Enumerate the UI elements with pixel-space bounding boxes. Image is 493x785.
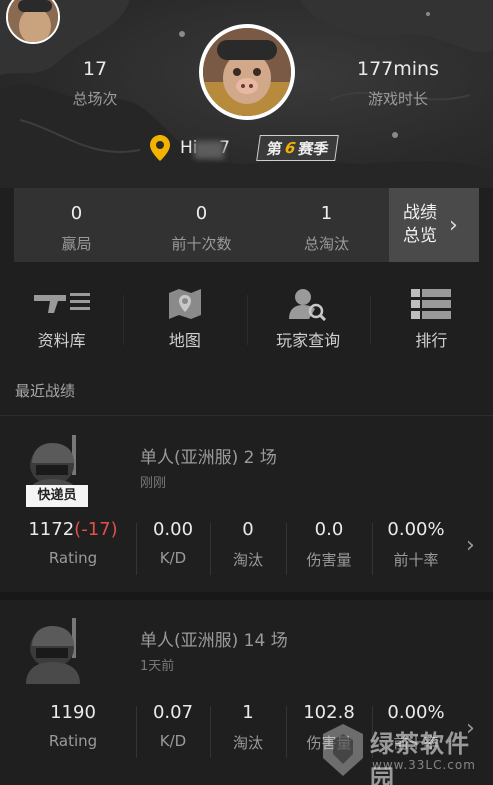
top10-rate-label: 前十率 (393, 551, 439, 569)
play-time-label: 游戏时长 (367, 90, 428, 108)
match-card[interactable]: 快递员 单人(亚洲服) 2 场 刚刚 1172(-17) Rating 0.00… (0, 415, 493, 585)
kd-value: 0.07 (152, 702, 194, 723)
match-mode-title: 单人(亚洲服) 2 场 (140, 448, 277, 468)
kd-value: 0.00 (152, 519, 194, 540)
location-pin-icon (150, 135, 170, 161)
kd-stat: 0.00 K/D (136, 519, 210, 575)
damage-stat: 102.8 伤害量 (286, 702, 372, 758)
kills-label: 总淘汰 (303, 235, 349, 253)
match-time: 刚刚 (140, 476, 167, 491)
kills-value: 1 (242, 702, 254, 723)
damage-label: 伤害量 (306, 734, 352, 752)
tool-player-search-label: 玩家查询 (276, 331, 341, 350)
overview-label-line1: 战绩 (403, 203, 437, 223)
kills-value: 0 (242, 519, 254, 540)
kills-label: 淘汰 (232, 551, 263, 569)
total-matches-value: 17 (82, 58, 108, 80)
chevron-right-icon: › (466, 533, 475, 558)
rating-change: (-17) (74, 519, 118, 540)
top10-value: 0 (195, 203, 208, 224)
profile-avatar[interactable] (199, 24, 295, 120)
wins-value: 0 (70, 203, 83, 224)
overview-label-line2: 总览 (403, 226, 437, 246)
rating-value: 1190 (50, 702, 96, 723)
play-time-value: 177mins (357, 58, 439, 80)
damage-value: 102.8 (303, 702, 355, 723)
total-matches-label: 总场次 (72, 90, 118, 108)
season-badge: 第 6 赛季 (256, 135, 340, 161)
tool-map-label: 地图 (168, 331, 201, 350)
player-title-badge: 快递员 (26, 485, 88, 507)
rating-stat: 1190 Rating (10, 702, 136, 753)
tool-ranking[interactable]: 排行 (369, 287, 493, 357)
tool-database-label: 资料库 (37, 331, 86, 350)
rating-number: 1172 (28, 519, 75, 540)
rating-label: Rating (48, 549, 98, 567)
top10-label: 前十次数 (171, 235, 232, 253)
kd-label: K/D (159, 732, 187, 750)
match-stats: 1190 Rating 0.07 K/D 1 淘汰 102.8 伤害量 0.00… (10, 702, 460, 758)
stats-overview-button[interactable]: 战绩 总览 › (389, 188, 479, 262)
match-card[interactable]: 单人(亚洲服) 14 场 1天前 1190 Rating 0.07 K/D 1 … (0, 598, 493, 768)
rating-label: Rating (48, 732, 98, 750)
wins-stat: 0 赢局 (14, 188, 139, 262)
tool-player-search[interactable]: 玩家查询 (246, 287, 370, 357)
tool-database[interactable]: 资料库 (0, 287, 123, 357)
kd-label: K/D (159, 549, 187, 567)
player-name: Hi··· 7 (180, 138, 250, 159)
chevron-right-icon: › (466, 716, 475, 741)
damage-value: 0.0 (314, 519, 344, 540)
ranking-icon (411, 289, 452, 319)
season-prefix: 第 (265, 139, 284, 158)
season-suffix: 赛季 (297, 139, 330, 158)
player-name-row: Hi··· 7 第 6 赛季 (150, 131, 340, 165)
top10-rate-value: 0.00% (387, 702, 445, 723)
damage-label: 伤害量 (306, 551, 352, 569)
wins-label: 赢局 (61, 235, 92, 253)
kills-label: 淘汰 (232, 734, 263, 752)
helmet-avatar-icon (26, 618, 80, 684)
tools-row: 资料库 地图 玩家查询 排行 (0, 287, 493, 357)
player-search-icon (289, 289, 327, 321)
name-redaction (194, 141, 224, 159)
kills-value: 1 (320, 203, 333, 224)
match-time: 1天前 (140, 659, 175, 674)
match-mode-title: 单人(亚洲服) 14 场 (140, 631, 288, 651)
season-number: 6 (283, 139, 297, 157)
top10-stat: 0 前十次数 (139, 188, 264, 262)
play-time-stat: 177mins 游戏时长 (328, 58, 468, 109)
chevron-right-icon: › (449, 212, 458, 238)
rating-value: 1172(-17) (10, 519, 136, 540)
rating-stat: 1172(-17) Rating (10, 519, 136, 570)
tool-map[interactable]: 地图 (123, 287, 246, 357)
kills-stat: 1 淘汰 (210, 702, 286, 758)
profile-header: 17 总场次 177mins 游戏时长 Hi··· 7 第 (0, 0, 493, 188)
gun-database-icon (33, 293, 90, 313)
kills-stat: 1 总淘汰 (264, 188, 389, 262)
top10-rate-stat: 0.00% 前十率 (372, 702, 460, 758)
top10-rate-label: 前十率 (393, 734, 439, 752)
summary-bar: 0 赢局 0 前十次数 1 总淘汰 战绩 总览 › (14, 188, 479, 262)
damage-stat: 0.0 伤害量 (286, 519, 372, 575)
kills-stat: 0 淘汰 (210, 519, 286, 575)
match-stats: 1172(-17) Rating 0.00 K/D 0 淘汰 0.0 伤害量 0… (10, 519, 460, 575)
kd-stat: 0.07 K/D (136, 702, 210, 758)
recent-matches-title: 最近战绩 (15, 382, 76, 400)
map-icon (168, 289, 201, 319)
tool-ranking-label: 排行 (415, 331, 448, 350)
top10-rate-stat: 0.00% 前十率 (372, 519, 460, 575)
total-matches-stat: 17 总场次 (25, 58, 165, 109)
top10-rate-value: 0.00% (387, 519, 445, 540)
